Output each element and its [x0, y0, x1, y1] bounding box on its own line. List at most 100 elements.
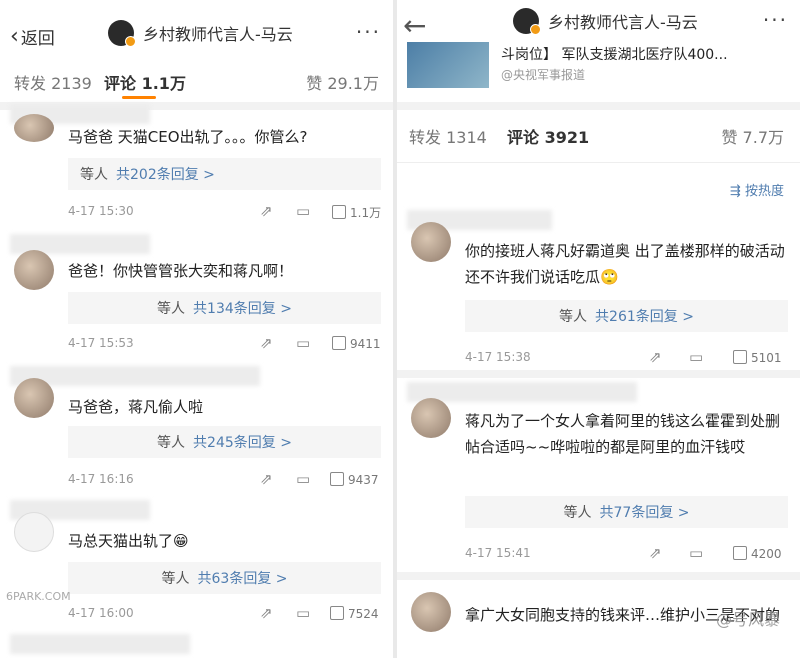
share-icon[interactable]: ⇗: [260, 202, 273, 220]
back-button[interactable]: ‹ 返回: [10, 24, 55, 49]
more-icon[interactable]: ···: [763, 8, 788, 32]
reply-icon[interactable]: ▭: [296, 604, 310, 622]
sort-toggle[interactable]: ⇶ 按热度: [730, 180, 784, 199]
reply-summary[interactable]: 等人 共245条回复 >: [68, 426, 381, 458]
comment-item: 蒋凡为了一个女人拿着阿里的钱这么霍霍到处删帖合适吗~~哗啦啦的都是阿里的血汗钱哎…: [397, 380, 800, 570]
reply-icon[interactable]: ▭: [689, 348, 703, 366]
tab-comments[interactable]: 评论 3921: [507, 124, 589, 148]
news-headline: 斗岗位】 军队支援湖北医疗队400...: [501, 47, 728, 63]
comment-date: 4-17 15:30: [68, 204, 134, 218]
sort-icon: ⇶: [729, 184, 741, 199]
right-screenshot: ← 乡村教师代言人-马云 ··· 斗岗位】 军队支援湖北医疗队400... @央…: [397, 0, 800, 658]
blurred-username: [407, 382, 637, 402]
reply-count: 共77条回复 >: [599, 505, 690, 521]
tab-label: 转发: [14, 74, 47, 93]
news-source: @央视军事报道: [501, 68, 586, 82]
blurred-username: [10, 634, 190, 654]
comment-meta: 4-17 15:53 ⇗ ▭ 9411: [68, 334, 383, 354]
avatar[interactable]: [411, 222, 451, 262]
thumbs-up-icon: [733, 546, 747, 560]
like-button[interactable]: 9411: [332, 336, 381, 351]
reply-icon[interactable]: ▭: [296, 202, 310, 220]
like-button[interactable]: 9437: [330, 472, 379, 487]
active-tab-indicator: [122, 96, 156, 99]
comment-meta: 4-17 15:41 ⇗ ▭ 4200: [465, 544, 790, 564]
tab-likes[interactable]: 赞 29.1万: [306, 70, 379, 94]
share-icon[interactable]: ⇗: [260, 604, 273, 622]
comment-text: 马爸爸 天猫CEO出轨了。。。你管么?: [68, 128, 308, 146]
tab-count: 1.1万: [141, 74, 186, 93]
avatar[interactable]: [108, 20, 136, 47]
comment-item: 你的接班人蒋凡好霸道奥 出了盖楼那样的破活动还不许我们说话吃瓜🙄 等人 共261…: [397, 208, 800, 368]
avatar[interactable]: [14, 250, 54, 290]
like-count: 4200: [751, 547, 782, 561]
tab-bar: 转发 1314 评论 3921 赞 7.7万: [397, 116, 800, 156]
thumbs-up-icon: [332, 205, 346, 219]
like-button[interactable]: 1.1万: [332, 204, 381, 221]
reply-summary[interactable]: 等人 共202条回复 >: [68, 158, 381, 190]
tab-comments[interactable]: 评论 1.1万: [104, 70, 186, 94]
avatar[interactable]: [513, 8, 541, 35]
share-icon[interactable]: ⇗: [649, 544, 662, 562]
more-icon[interactable]: ···: [356, 20, 381, 44]
reply-users: 等人: [157, 435, 186, 451]
reply-summary[interactable]: 等人 共63条回复 >: [68, 562, 381, 594]
avatar[interactable]: [14, 512, 54, 552]
left-screenshot: ‹ 返回 乡村教师代言人-马云 ··· 转发 2139 评论 1.1万 赞 29…: [0, 0, 393, 658]
account-header[interactable]: 乡村教师代言人-马云: [108, 20, 293, 47]
avatar[interactable]: [14, 378, 54, 418]
comment-date: 4-17 16:16: [68, 472, 134, 486]
reply-summary[interactable]: 等人 共261条回复 >: [465, 300, 788, 332]
account-name: 乡村教师代言人-马云: [548, 13, 698, 32]
tab-label: 转发: [409, 128, 442, 147]
comment-meta: 4-17 15:30 ⇗ ▭ 1.1万: [68, 202, 383, 222]
watermark: @号风暴: [715, 610, 780, 629]
comment-text: 你的接班人蒋凡好霸道奥 出了盖楼那样的破活动还不许我们说话吃瓜🙄: [465, 242, 785, 286]
avatar[interactable]: [411, 592, 451, 632]
tab-reposts[interactable]: 转发 1314: [409, 124, 487, 148]
arrow-left-icon[interactable]: ←: [403, 12, 426, 40]
reply-icon[interactable]: ▭: [689, 544, 703, 562]
comment-item: 马爸爸 天猫CEO出轨了。。。你管么? 等人 共202条回复 > 4-17 15…: [0, 104, 393, 228]
share-icon[interactable]: ⇗: [260, 470, 273, 488]
like-button[interactable]: 4200: [733, 546, 782, 561]
reply-count: 共63条回复 >: [197, 571, 288, 587]
comment-text: 马总天猫出轨了😁: [68, 532, 189, 550]
reply-icon[interactable]: ▭: [296, 334, 310, 352]
divider: [397, 102, 800, 110]
back-label: 返回: [20, 29, 55, 49]
comment-date: 4-17 15:53: [68, 336, 134, 350]
avatar[interactable]: [14, 114, 54, 142]
like-button[interactable]: 5101: [733, 350, 782, 365]
account-header[interactable]: 乡村教师代言人-马云: [513, 8, 698, 35]
divider: [397, 370, 800, 378]
account-name: 乡村教师代言人-马云: [143, 25, 293, 44]
like-button[interactable]: 7524: [330, 606, 379, 621]
like-count: 5101: [751, 351, 782, 365]
reply-summary[interactable]: 等人 共77条回复 >: [465, 496, 788, 528]
share-icon[interactable]: ⇗: [649, 348, 662, 366]
tab-count: 3921: [544, 128, 590, 147]
comment-meta: 4-17 16:16 ⇗ ▭ 9437: [68, 470, 383, 490]
avatar[interactable]: [411, 398, 451, 438]
news-card[interactable]: 斗岗位】 军队支援湖北医疗队400... @央视军事报道: [397, 42, 800, 102]
share-icon[interactable]: ⇗: [260, 334, 273, 352]
reply-users: 等人: [161, 571, 190, 587]
comment-date: 4-17 15:41: [465, 546, 531, 560]
tab-likes[interactable]: 赞 7.7万: [721, 124, 784, 148]
news-thumbnail: [407, 42, 489, 88]
reply-summary[interactable]: 等人 共134条回复 >: [68, 292, 381, 324]
tab-reposts[interactable]: 转发 2139: [14, 70, 92, 94]
comment-meta: 4-17 15:38 ⇗ ▭ 5101: [465, 348, 790, 368]
reply-icon[interactable]: ▭: [296, 470, 310, 488]
reply-count: 共134条回复 >: [193, 301, 292, 317]
comment-item: 马总天猫出轨了😁 等人 共63条回复 > 4-17 16:00 ⇗ ▭ 7524: [0, 498, 393, 628]
tab-label: 评论: [104, 74, 137, 93]
comment-item: 爸爸！你快管管张大奕和蒋凡啊！ 等人 共134条回复 > 4-17 15:53 …: [0, 232, 393, 362]
comment-text: 马爸爸，蒋凡偷人啦: [68, 398, 204, 416]
like-count: 1.1万: [350, 206, 382, 220]
reply-users: 等人: [157, 301, 186, 317]
comment-text: 蒋凡为了一个女人拿着阿里的钱这么霍霍到处删帖合适吗~~哗啦啦的都是阿里的血汗钱哎: [465, 412, 781, 456]
thumbs-up-icon: [733, 350, 747, 364]
reply-count: 共202条回复 >: [116, 167, 215, 183]
